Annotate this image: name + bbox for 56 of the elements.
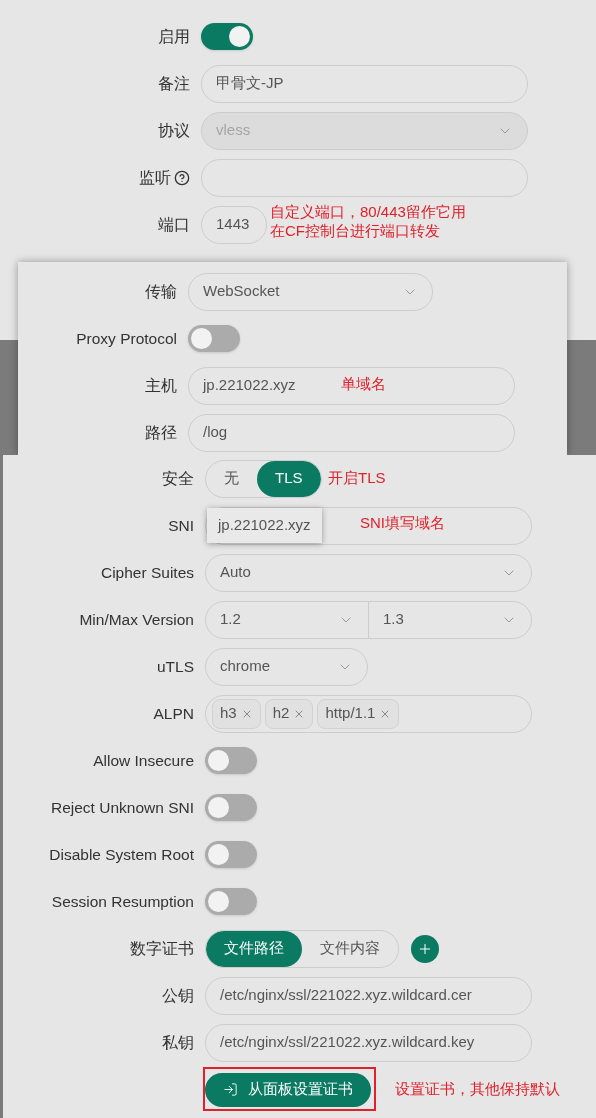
field-label: 端口 <box>158 214 190 235</box>
field-label: 启用 <box>158 26 190 47</box>
toggle-switch[interactable] <box>205 841 257 868</box>
autocomplete-suggestion[interactable]: jp.221022.xyz <box>207 507 322 543</box>
annotation: 自定义端口，80/443留作它用 在CF控制台进行端口转发 <box>270 202 466 240</box>
add-button[interactable] <box>411 934 439 963</box>
tag: http/1.1 <box>317 698 400 729</box>
field-label: 安全 <box>162 468 194 489</box>
toggle-switch[interactable] <box>205 794 257 821</box>
toggle-switch[interactable] <box>188 325 240 352</box>
field-label: Disable System Root <box>49 844 194 865</box>
field-label: Proxy Protocol <box>76 328 177 349</box>
segment-tab[interactable]: TLS <box>257 460 321 497</box>
field-label: SNI <box>168 515 194 536</box>
field-label: 私钥 <box>162 1032 194 1053</box>
select-field[interactable]: WebSocket <box>188 272 433 311</box>
text-field[interactable] <box>201 158 528 197</box>
field-label: 协议 <box>158 120 190 141</box>
field-label: Session Resumption <box>51 891 194 912</box>
annotation: 设置证书，其他保持默认 <box>395 1079 560 1098</box>
field-label: 数字证书 <box>130 938 194 959</box>
select-field[interactable]: chrome <box>205 647 368 686</box>
field-label: Reject Unknown SNI <box>51 797 194 818</box>
text-field[interactable]: /etc/nginx/ssl/221022.xyz.wildcard.key <box>205 1023 532 1062</box>
select-field[interactable]: 1.2 <box>206 601 368 638</box>
help-icon[interactable] <box>174 169 190 186</box>
segment-tab[interactable]: 文件内容 <box>302 930 398 967</box>
annotation: 单域名 <box>341 374 386 393</box>
field-label: 主机 <box>145 375 177 396</box>
toggle-switch[interactable] <box>205 888 257 915</box>
text-field[interactable]: /log <box>188 413 515 452</box>
tag: h3 <box>212 698 261 729</box>
field-label: Min/Max Version <box>79 609 194 630</box>
field-label: 路径 <box>145 422 177 443</box>
tag: h2 <box>264 698 314 729</box>
field-label: Allow Insecure <box>93 750 194 771</box>
field-label: ALPN <box>153 703 194 724</box>
segment-tab[interactable]: 无 <box>206 460 257 497</box>
annotation: SNI填写域名 <box>360 513 445 532</box>
field-label: Cipher Suites <box>100 562 194 583</box>
import-icon <box>223 1082 238 1097</box>
select-field[interactable]: Auto <box>205 553 532 592</box>
field-label: 监听 <box>139 167 171 188</box>
field-label: 备注 <box>158 73 190 94</box>
annotation: 开启TLS <box>328 468 386 487</box>
field-label: uTLS <box>156 656 194 677</box>
toggle-switch[interactable] <box>205 747 257 774</box>
number-field[interactable]: 1443 <box>201 205 267 244</box>
toggle-switch[interactable] <box>201 23 253 50</box>
text-field[interactable]: /etc/nginx/ssl/221022.xyz.wildcard.cer <box>205 976 532 1015</box>
select-field[interactable]: 1.3 <box>368 601 531 638</box>
text-field[interactable]: 甲骨文-JP <box>201 64 528 103</box>
field-label: 传输 <box>145 281 177 302</box>
primary-button[interactable]: 从面板设置证书 <box>205 1072 371 1107</box>
field-label: 公钥 <box>162 985 194 1006</box>
segment-tab[interactable]: 文件路径 <box>206 930 302 967</box>
